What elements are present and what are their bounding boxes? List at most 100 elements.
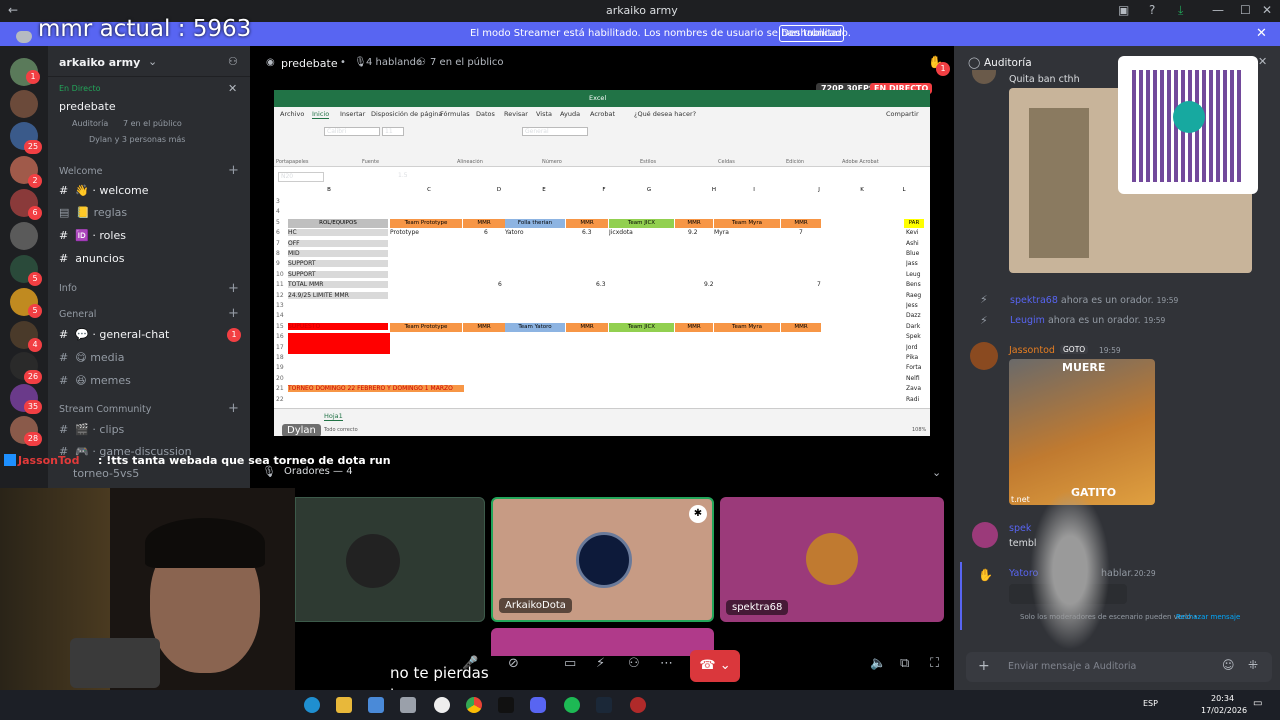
tab-inicio[interactable]: Inicio [312, 110, 330, 119]
message-author[interactable]: spek [1009, 523, 1031, 534]
app-icon[interactable] [630, 697, 646, 713]
channel-memes[interactable]: # 😆 memes [59, 374, 131, 387]
font-select[interactable]: Calibri [324, 127, 380, 136]
tab-search[interactable]: ¿Qué desea hacer? [634, 110, 696, 118]
edge-icon[interactable] [304, 697, 320, 713]
tab-revisar[interactable]: Revisar [504, 110, 528, 118]
emoji-icon[interactable]: ☺ [1222, 658, 1235, 672]
category-welcome[interactable]: Welcome [59, 166, 102, 177]
tab-vista[interactable]: Vista [536, 110, 552, 118]
apps-icon[interactable]: ⁜ [1248, 658, 1258, 672]
reject-link[interactable]: Rechazar mensaje [1176, 613, 1240, 621]
spotify-icon[interactable] [564, 697, 580, 713]
spreadsheet-grid[interactable]: B C D E F G H I J K L 3 4 5 6 7 8 9 10 11 12 13 14 15 16 17 18 19 20… [274, 186, 930, 406]
back-icon[interactable]: ← [8, 3, 18, 17]
close-icon[interactable]: ✕ [228, 82, 237, 95]
server-icon[interactable] [10, 222, 38, 250]
popout-icon[interactable]: ⧉ [900, 656, 909, 671]
speaker-tile-spektra68[interactable]: spekt​ra68 [720, 497, 944, 622]
add-channel-icon[interactable]: + [228, 401, 239, 416]
share-button[interactable]: Compartir [886, 110, 919, 118]
table-header-cell: MMR [675, 218, 713, 228]
close-window-icon[interactable]: ✕ [1262, 3, 1272, 17]
total-cell: 7 [817, 281, 821, 289]
name-box[interactable]: N20 [278, 172, 324, 182]
tab-archivo[interactable]: Archivo [280, 110, 304, 118]
add-attachment-icon[interactable]: + [978, 658, 990, 674]
more-icon[interactable]: ⋯ [660, 656, 673, 671]
speaker-tile[interactable] [295, 497, 485, 622]
inbox-icon[interactable]: ▣ [1118, 3, 1129, 17]
channel-roles[interactable]: # 🆔 · roles [59, 229, 126, 242]
mic-icon: 🎙 [262, 465, 276, 478]
steam-icon[interactable] [596, 697, 612, 713]
channel-clips[interactable]: # 🎬 · clips [59, 423, 124, 436]
tab-acrobat[interactable]: Acrobat [590, 110, 615, 118]
help-icon[interactable]: ? [1149, 3, 1155, 17]
row-header: 10 [276, 270, 284, 278]
avatar[interactable] [970, 342, 998, 370]
leave-call-button[interactable]: ☎ ⌄ [690, 650, 740, 682]
tab-ayuda[interactable]: Ayuda [560, 110, 580, 118]
role-cell: OFF [288, 239, 388, 247]
tab-insertar[interactable]: Insertar [340, 110, 365, 118]
camera-off-icon[interactable]: ⊘ [508, 656, 519, 671]
message-input[interactable]: + Enviar mensaje a Auditoria ☺ ⁜ [966, 652, 1272, 682]
app-icon[interactable] [434, 697, 450, 713]
screen-share-icon[interactable]: ▭ [564, 656, 576, 671]
avatar[interactable] [972, 522, 998, 548]
chevron-down-icon[interactable]: ⌄ [932, 466, 941, 479]
invite-icon[interactable]: ⚇ [628, 656, 640, 671]
channel-welcome[interactable]: # 👋 · welcome [59, 184, 149, 197]
maximize-icon[interactable]: ☐ [1240, 3, 1251, 17]
category-stream-community[interactable]: Stream Community [59, 404, 151, 415]
channel-general-chat[interactable]: # 💬 · general-chat [59, 328, 169, 341]
screen-share-excel[interactable]: Excel Archivo Inicio Insertar Disposició… [274, 90, 930, 437]
voice-channel-name[interactable]: predebate [59, 100, 116, 113]
fullscreen-icon[interactable]: ⛶ [930, 656, 939, 671]
file-explorer-icon[interactable] [336, 697, 352, 713]
add-channel-icon[interactable]: + [228, 306, 239, 321]
language-indicator[interactable]: ESP [1143, 699, 1158, 708]
channel-reglas[interactable]: ▤ 📒 reglas [59, 206, 127, 219]
close-chat-icon[interactable]: ✕ [1258, 55, 1267, 68]
volume-icon[interactable]: 🔈 [870, 656, 886, 671]
speaker-tile[interactable] [491, 628, 714, 656]
close-banner-icon[interactable]: ✕ [1256, 26, 1267, 41]
category-general[interactable]: General [59, 309, 96, 320]
clock-date[interactable]: 17/02/2026 [1201, 706, 1247, 715]
app-icon[interactable] [400, 697, 416, 713]
notification-icon[interactable]: ▭ [1253, 698, 1262, 709]
chevron-down-icon[interactable]: ⌄ [148, 55, 157, 68]
column-header: D [496, 187, 502, 193]
minimize-icon[interactable]: — [1212, 3, 1224, 17]
app-icon[interactable] [368, 697, 384, 713]
tiktok-icon[interactable] [498, 697, 514, 713]
download-icon[interactable]: ⤓ [1178, 3, 1183, 18]
server-icon[interactable] [10, 90, 38, 118]
server-badge: 6 [28, 206, 42, 220]
formula-bar[interactable]: 1.5 [398, 172, 408, 179]
message-author[interactable]: Jassontod [1009, 345, 1055, 356]
sheet-tab[interactable]: Hoja1 [324, 412, 343, 421]
speaker-tile-arkaikodota[interactable]: ✱ ArkaikoDota [491, 497, 714, 622]
server-name[interactable]: arkaiko army [59, 56, 140, 69]
font-size-select[interactable]: 11 [382, 127, 404, 136]
clock-time[interactable]: 20:34 [1211, 694, 1234, 703]
add-channel-icon[interactable]: + [228, 163, 239, 178]
tab-disposicion[interactable]: Disposición de página [371, 110, 442, 118]
channel-anuncios[interactable]: # anuncios [59, 252, 124, 265]
tab-datos[interactable]: Datos [476, 110, 495, 118]
disable-streamer-button[interactable]: Deshabilitar [779, 25, 844, 42]
add-member-icon[interactable]: ⚇ [228, 55, 238, 68]
discord-icon[interactable] [530, 697, 546, 713]
add-channel-icon[interactable]: + [228, 281, 239, 296]
discord-logo-icon[interactable] [16, 31, 32, 43]
activity-icon[interactable]: ⚡ [596, 656, 605, 671]
meme-image[interactable]: MUERE GATITO t.net [1009, 359, 1155, 505]
tab-formulas[interactable]: Fórmulas [440, 110, 470, 118]
channel-media[interactable]: # 😋 media [59, 351, 124, 364]
chrome-icon[interactable] [466, 697, 482, 713]
category-info[interactable]: Info [59, 283, 77, 294]
number-format-select[interactable]: General [522, 127, 588, 136]
